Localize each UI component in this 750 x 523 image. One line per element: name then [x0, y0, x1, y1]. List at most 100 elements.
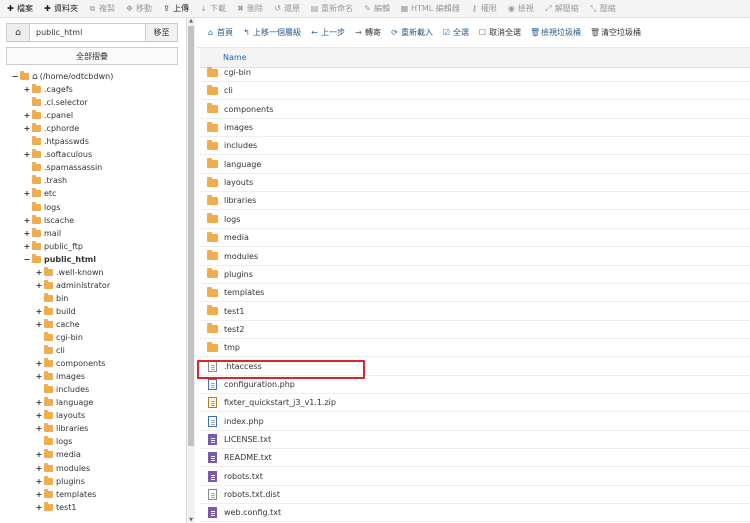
file-row[interactable]: index.php	[200, 413, 750, 431]
nav-action-button[interactable]: → 轉寄	[354, 27, 381, 38]
file-row[interactable]: libraries	[200, 192, 750, 211]
toolbar-button[interactable]: ✖ 刪除	[236, 3, 263, 14]
tree-item[interactable]: .cl.selector	[23, 96, 88, 109]
nav-action-button[interactable]: ☐ 取消全選	[478, 27, 521, 38]
tree-item[interactable]: .spamassassin	[23, 161, 102, 174]
expand-icon[interactable]: +	[35, 359, 43, 368]
tree-item[interactable]: + build	[35, 305, 76, 318]
toolbar-button[interactable]: ⤓ 下載	[199, 3, 226, 14]
expand-icon[interactable]: +	[35, 372, 43, 381]
tree-item[interactable]: .trash	[23, 174, 67, 187]
tree-item[interactable]: + .cpanel	[23, 109, 73, 122]
tree-item[interactable]: + components	[35, 357, 105, 370]
toolbar-button[interactable]: ▤ 重新命名	[310, 3, 353, 14]
expand-icon[interactable]: +	[23, 216, 31, 225]
expand-icon[interactable]: +	[35, 307, 43, 316]
collapse-icon[interactable]: −	[11, 72, 19, 81]
toolbar-button[interactable]: ✥ 移動	[125, 3, 152, 14]
scrollbar-thumb[interactable]	[188, 26, 194, 446]
file-row[interactable]: .htaccess	[200, 358, 750, 376]
file-row[interactable]: templates	[200, 284, 750, 303]
tree-item[interactable]: logs	[23, 201, 60, 214]
tree-item[interactable]: + modules	[35, 462, 90, 475]
file-row[interactable]: modules	[200, 248, 750, 266]
file-row[interactable]: cli	[200, 82, 750, 101]
nav-action-button[interactable]: ← 上一步	[310, 27, 345, 38]
tree-item[interactable]: + public_ftp	[23, 240, 83, 253]
toolbar-button[interactable]: ⚷ 權限	[470, 3, 496, 14]
column-name[interactable]: Name	[223, 53, 247, 62]
expand-icon[interactable]: +	[23, 150, 31, 159]
file-row[interactable]: test1	[200, 303, 750, 321]
expand-icon[interactable]: +	[35, 424, 43, 433]
tree-item[interactable]: + media	[35, 448, 81, 461]
tree-item[interactable]: + lscache	[23, 214, 74, 227]
tree-item[interactable]: + .cphorde	[23, 122, 79, 135]
file-row[interactable]: logs	[200, 211, 750, 229]
expand-icon[interactable]: +	[35, 503, 43, 512]
file-row[interactable]: language	[200, 156, 750, 174]
expand-icon[interactable]: +	[35, 464, 43, 473]
tree-scrollbar[interactable]: ▲ ▼	[186, 18, 195, 523]
collapse-all-button[interactable]: 全部摺疊	[6, 47, 178, 65]
tree-item[interactable]: cgi-bin	[35, 331, 83, 344]
file-row[interactable]: configuration.php	[200, 376, 750, 394]
tree-item[interactable]: + etc	[23, 187, 56, 200]
expand-icon[interactable]: +	[35, 281, 43, 290]
file-row[interactable]: plugins	[200, 266, 750, 284]
file-row[interactable]: tmp	[200, 339, 750, 358]
toolbar-button[interactable]: ✚ 資料夾	[43, 3, 78, 14]
tree-item[interactable]: .htpasswds	[23, 135, 89, 148]
expand-icon[interactable]: +	[23, 124, 31, 133]
toolbar-button[interactable]: ✚ 檔案	[6, 3, 33, 14]
expand-icon[interactable]: +	[35, 477, 43, 486]
nav-action-button[interactable]: ⌂ 首頁	[206, 27, 233, 38]
tree-item[interactable]: + layouts	[35, 409, 85, 422]
tree-item[interactable]: bin	[35, 292, 68, 305]
nav-action-button[interactable]: ☑ 全選	[442, 27, 469, 38]
path-input[interactable]	[30, 23, 146, 42]
expand-icon[interactable]: +	[23, 242, 31, 251]
tree-item[interactable]: + cache	[35, 318, 80, 331]
tree-item[interactable]: + mail	[23, 227, 61, 240]
expand-icon[interactable]: +	[35, 411, 43, 420]
tree-item[interactable]: + plugins	[35, 475, 85, 488]
file-row[interactable]: cgi-bin	[200, 64, 750, 82]
file-row[interactable]: components	[200, 101, 750, 119]
file-row[interactable]: web.config.txt	[200, 504, 750, 523]
expand-icon[interactable]: +	[35, 398, 43, 407]
toolbar-button[interactable]: ⤡ 壓縮	[589, 3, 616, 14]
expand-icon[interactable]: +	[23, 111, 31, 120]
toolbar-button[interactable]: ⤢ 解壓縮	[544, 3, 579, 14]
home-icon[interactable]: ⌂	[6, 23, 30, 42]
nav-action-button[interactable]: ⟳ 重新載入	[390, 27, 433, 38]
expand-icon[interactable]: +	[35, 268, 43, 277]
tree-item[interactable]: includes	[35, 383, 89, 396]
toolbar-button[interactable]: ↺ 還原	[273, 3, 300, 14]
toolbar-button[interactable]: ◉ 檢視	[507, 3, 534, 14]
tree-item[interactable]: + .softaculous	[23, 148, 92, 161]
file-row[interactable]: media	[200, 229, 750, 248]
go-button[interactable]: 移至	[146, 23, 178, 42]
expand-icon[interactable]: +	[23, 229, 31, 238]
toolbar-button[interactable]: ✎ 編輯	[363, 3, 390, 14]
toolbar-button[interactable]: ⧉ 複製	[88, 3, 115, 14]
tree-item[interactable]: logs	[35, 435, 72, 448]
nav-action-button[interactable]: ↰ 上移一個層級	[242, 27, 301, 38]
file-row[interactable]: LICENSE.txt	[200, 431, 750, 449]
tree-item[interactable]: + language	[35, 396, 93, 409]
nav-action-button[interactable]: 🗑 檢視垃圾桶	[530, 27, 581, 38]
scroll-down-icon[interactable]: ▼	[187, 517, 195, 523]
tree-item[interactable]: + .well-known	[35, 266, 104, 279]
file-row[interactable]: README.txt	[200, 449, 750, 468]
tree-item[interactable]: + .cagefs	[23, 83, 73, 96]
expand-icon[interactable]: +	[35, 490, 43, 499]
tree-item[interactable]: + images	[35, 370, 85, 383]
tree-item[interactable]: + test1	[35, 501, 76, 514]
expand-icon[interactable]: +	[35, 450, 43, 459]
tree-item[interactable]: + administrator	[35, 279, 110, 292]
nav-action-button[interactable]: 🗑 清空垃圾桶	[590, 27, 641, 38]
collapse-icon[interactable]: −	[23, 255, 31, 264]
file-row[interactable]: includes	[200, 137, 750, 156]
tree-item[interactable]: + libraries	[35, 422, 88, 435]
